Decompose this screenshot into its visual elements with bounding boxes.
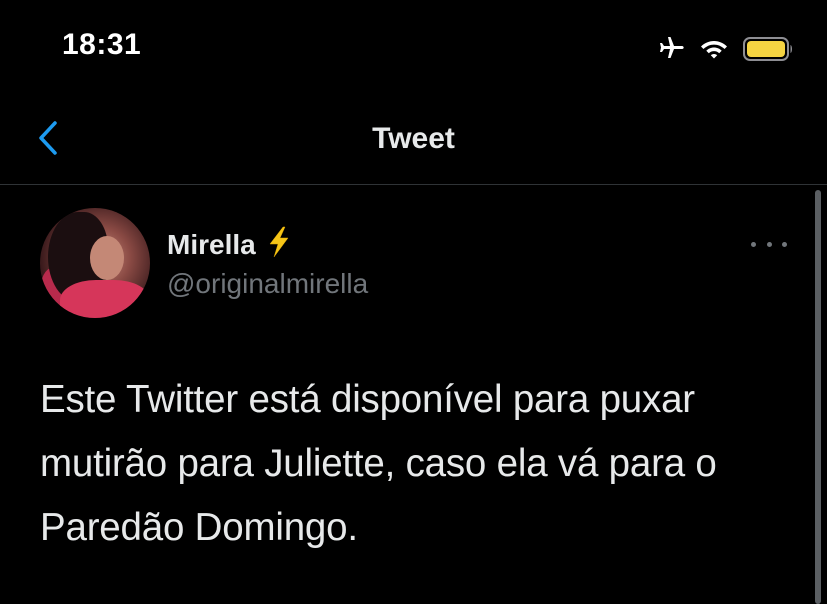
author-name[interactable]: Mirella	[167, 229, 256, 261]
airplane-icon	[655, 35, 685, 63]
scroll-indicator[interactable]	[815, 190, 821, 604]
status-icons	[655, 34, 795, 64]
status-time: 18:31	[62, 28, 142, 61]
status-bar: 18:31	[0, 0, 827, 100]
more-horizontal-icon[interactable]	[751, 234, 787, 254]
avatar[interactable]	[40, 208, 150, 318]
battery-icon	[743, 36, 795, 62]
author-name-row[interactable]: Mirella	[167, 226, 292, 263]
author-handle[interactable]: @originalmirella	[167, 268, 368, 300]
tweet-text: Este Twitter está disponível para puxar …	[40, 378, 717, 549]
page-title: Tweet	[372, 122, 455, 155]
wifi-icon	[699, 37, 729, 61]
nav-bar: Tweet	[0, 100, 827, 185]
tweet-screen: 18:31 Tweet Mirella @originalmirella Est…	[0, 0, 827, 604]
lightning-icon	[266, 226, 292, 263]
